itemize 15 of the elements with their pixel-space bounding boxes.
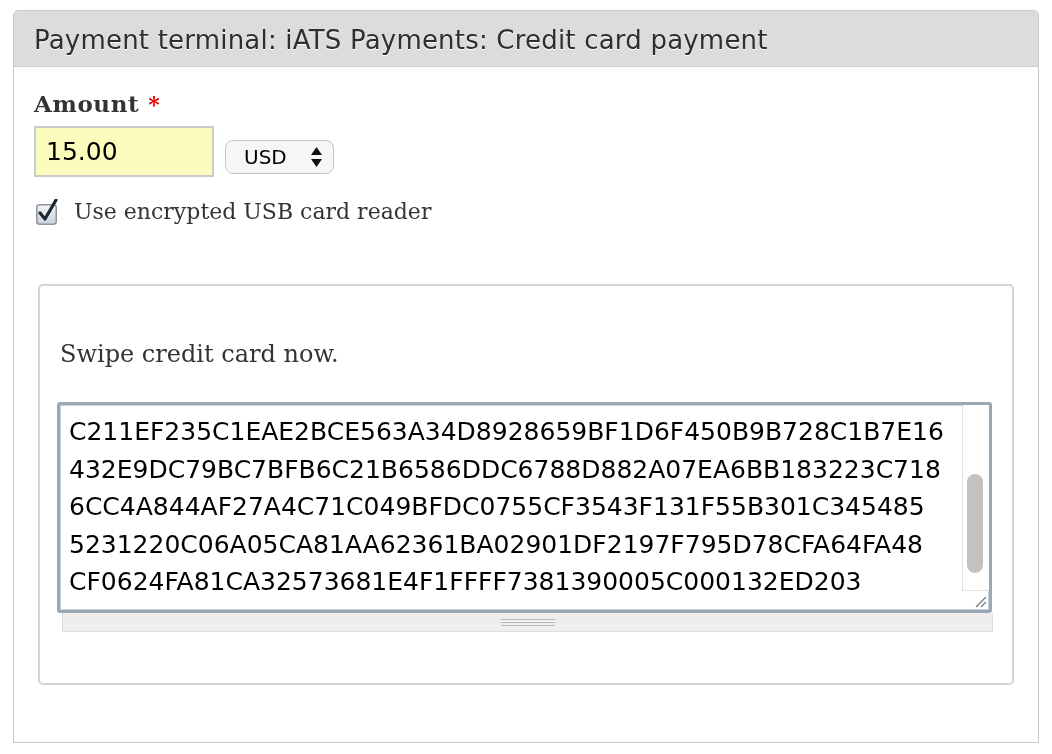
swipe-instruction: Swipe credit card now. — [60, 339, 339, 370]
card-data-textarea[interactable]: C211EF235C1EAE2BCE563A34D8928659BF1D6F450B9B728C1B7E16 432E9DC79BC7BFB6C21B6586DDC6788D882A07EA6BB183223C718 6CC4A844AF27A4C71C049BFDC0755CF3543F131F55B301C345485 5231220C06A05CA81AA62361BA02901DF2197F795D78CFA64FA48 CF0624FA81CA32573681E4F1FFFF7381390005C000132ED203 — [57, 402, 992, 613]
amount-label: Amount — [34, 88, 140, 119]
amount-input[interactable]: 15.00 — [34, 126, 214, 177]
scrollbar-track[interactable] — [962, 405, 989, 591]
currency-select[interactable]: USD — [225, 139, 334, 174]
required-mark: * — [148, 89, 160, 119]
panel-title: Payment terminal: iATS Payments: Credit card payment — [34, 24, 768, 57]
scrollbar-thumb[interactable] — [967, 474, 983, 573]
up-down-arrows-icon — [311, 146, 322, 167]
textarea-grip-bar[interactable] — [62, 613, 993, 632]
checkbox[interactable] — [36, 198, 58, 225]
resize-corner-icon[interactable] — [975, 596, 987, 608]
grip-lines-icon — [500, 618, 555, 626]
checkbox-label: Use encrypted USB card reader — [74, 198, 432, 226]
